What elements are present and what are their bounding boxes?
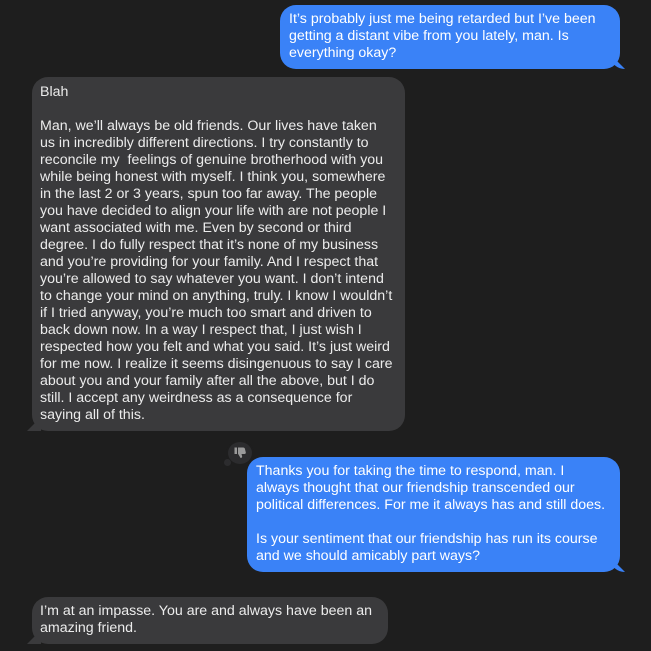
received-message-bubble[interactable]: I’m at an impasse. You are and always ha… (32, 597, 388, 644)
sent-message-bubble[interactable]: Thanks you for taking the time to respon… (247, 457, 620, 572)
received-message-bubble[interactable]: Blah Man, we’ll always be old friends. O… (32, 77, 405, 431)
thumbs-down-icon (234, 447, 246, 458)
sent-message-bubble[interactable]: It’s probably just me being retarded but… (280, 5, 620, 69)
tapback-reaction[interactable] (224, 442, 252, 466)
